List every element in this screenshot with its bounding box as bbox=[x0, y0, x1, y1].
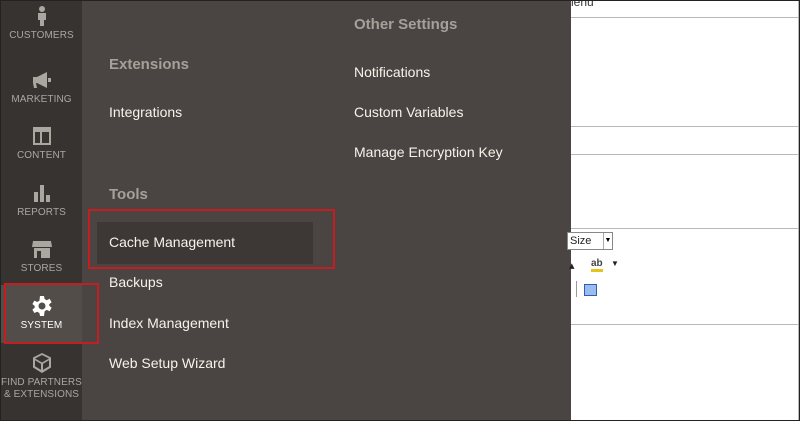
section-title-extensions: Extensions bbox=[109, 56, 190, 73]
admin-screen: CUSTOMERS MARKETING CONTENT REPORTS STOR bbox=[0, 0, 800, 421]
highlight-box-cache-management bbox=[88, 209, 335, 269]
divider bbox=[571, 228, 799, 229]
toolbar-separator bbox=[576, 281, 577, 297]
divider bbox=[571, 17, 799, 18]
sidebar-item-reports[interactable]: REPORTS bbox=[1, 182, 82, 238]
sidebar-item-label: MARKETING bbox=[11, 94, 72, 105]
sidebar-item-label: STORES bbox=[20, 263, 63, 274]
sidebar-item-label: CUSTOMERS bbox=[9, 30, 74, 41]
menu-link-index-management[interactable]: Index Management bbox=[109, 315, 229, 331]
menu-link-manage-encryption-key[interactable]: Manage Encryption Key bbox=[354, 144, 503, 160]
cut-off-text: lenu bbox=[571, 0, 594, 9]
divider bbox=[571, 126, 799, 127]
font-size-select[interactable]: Size ▼ bbox=[567, 232, 613, 250]
sidebar-item-marketing[interactable]: MARKETING bbox=[1, 69, 82, 125]
menu-link-notifications[interactable]: Notifications bbox=[354, 64, 430, 80]
customers-icon bbox=[31, 5, 53, 27]
content-layout-icon bbox=[31, 125, 53, 147]
section-title-tools: Tools bbox=[109, 186, 148, 203]
menu-link-backups[interactable]: Backups bbox=[109, 274, 163, 290]
sidebar-item-customers[interactable]: CUSTOMERS bbox=[1, 5, 82, 61]
highlight-color-icon[interactable]: ab bbox=[591, 257, 603, 272]
divider bbox=[571, 154, 799, 155]
section-title-other-settings: Other Settings bbox=[354, 16, 458, 33]
menu-link-custom-variables[interactable]: Custom Variables bbox=[354, 104, 463, 120]
cube-icon bbox=[31, 352, 53, 374]
bar-chart-icon bbox=[31, 182, 53, 204]
store-icon bbox=[31, 238, 53, 260]
dropdown-arrow-icon: ▼ bbox=[603, 233, 612, 249]
sidebar-item-label-line2: & EXTENSIONS bbox=[3, 389, 80, 400]
sidebar-item-content[interactable]: CONTENT bbox=[1, 125, 82, 181]
admin-sidebar: CUSTOMERS MARKETING CONTENT REPORTS STOR bbox=[1, 1, 82, 420]
font-size-select-value: Size bbox=[570, 235, 592, 247]
sidebar-item-label: REPORTS bbox=[17, 207, 66, 218]
divider bbox=[798, 1, 799, 420]
dropdown-arrow-icon[interactable]: ▼ bbox=[611, 259, 619, 268]
divider bbox=[571, 324, 799, 325]
megaphone-icon bbox=[31, 69, 53, 91]
text-color-icon[interactable]: ▴ bbox=[569, 259, 575, 272]
page-content-background: lenu Size ▼ ▴ ab ▼ bbox=[567, 0, 799, 420]
highlight-box-system bbox=[4, 283, 99, 344]
sidebar-item-find-partners[interactable]: FIND PARTNERS & EXTENSIONS bbox=[1, 352, 82, 412]
sidebar-item-label: CONTENT bbox=[16, 150, 67, 161]
insert-table-icon[interactable] bbox=[584, 284, 597, 296]
menu-link-web-setup-wizard[interactable]: Web Setup Wizard bbox=[109, 355, 225, 371]
sidebar-item-label-line1: FIND PARTNERS bbox=[1, 377, 82, 388]
menu-link-integrations[interactable]: Integrations bbox=[109, 104, 182, 120]
